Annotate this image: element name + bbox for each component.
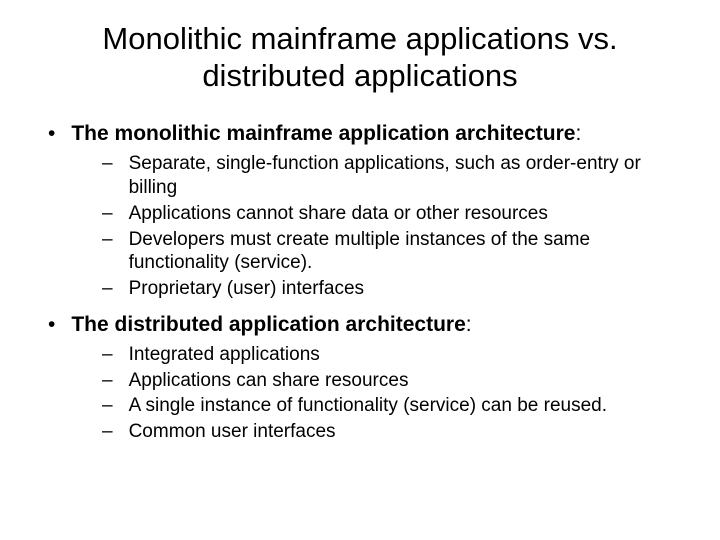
item-text: Applications can share resources [129, 369, 690, 393]
dash-icon: – [102, 228, 113, 252]
item-text: Developers must create multiple instance… [129, 228, 690, 276]
dash-icon: – [102, 202, 113, 226]
section-monolithic: • The monolithic mainframe application a… [30, 122, 690, 301]
list-item: – Applications can share resources [102, 369, 690, 393]
list-item: – Proprietary (user) interfaces [102, 277, 690, 301]
section-distributed: • The distributed application architectu… [30, 313, 690, 444]
sub-list: – Separate, single-function applications… [30, 152, 690, 301]
dash-icon: – [102, 420, 113, 444]
item-text: Separate, single-function applications, … [129, 152, 690, 200]
item-text: Applications cannot share data or other … [129, 202, 690, 226]
bullet-icon: • [48, 122, 55, 146]
dash-icon: – [102, 277, 113, 301]
list-item: – Developers must create multiple instan… [102, 228, 690, 276]
section-title-text: The distributed application architecture [71, 313, 465, 336]
item-text: Integrated applications [129, 343, 690, 367]
list-item: – Integrated applications [102, 343, 690, 367]
item-text: Proprietary (user) interfaces [129, 277, 690, 301]
dash-icon: – [102, 152, 113, 176]
dash-icon: – [102, 343, 113, 367]
list-item: – A single instance of functionality (se… [102, 394, 690, 418]
section-header: • The distributed application architectu… [30, 313, 690, 337]
section-title-text: The monolithic mainframe application arc… [71, 122, 575, 145]
item-text: A single instance of functionality (serv… [129, 394, 690, 418]
colon: : [466, 313, 472, 336]
dash-icon: – [102, 369, 113, 393]
item-text: Common user interfaces [129, 420, 690, 444]
sub-list: – Integrated applications – Applications… [30, 343, 690, 444]
list-item: – Separate, single-function applications… [102, 152, 690, 200]
dash-icon: – [102, 394, 113, 418]
slide-title: Monolithic mainframe applications vs. di… [30, 20, 690, 94]
list-item: – Applications cannot share data or othe… [102, 202, 690, 226]
colon: : [575, 122, 581, 145]
section-header: • The monolithic mainframe application a… [30, 122, 690, 146]
list-item: – Common user interfaces [102, 420, 690, 444]
bullet-icon: • [48, 313, 55, 337]
